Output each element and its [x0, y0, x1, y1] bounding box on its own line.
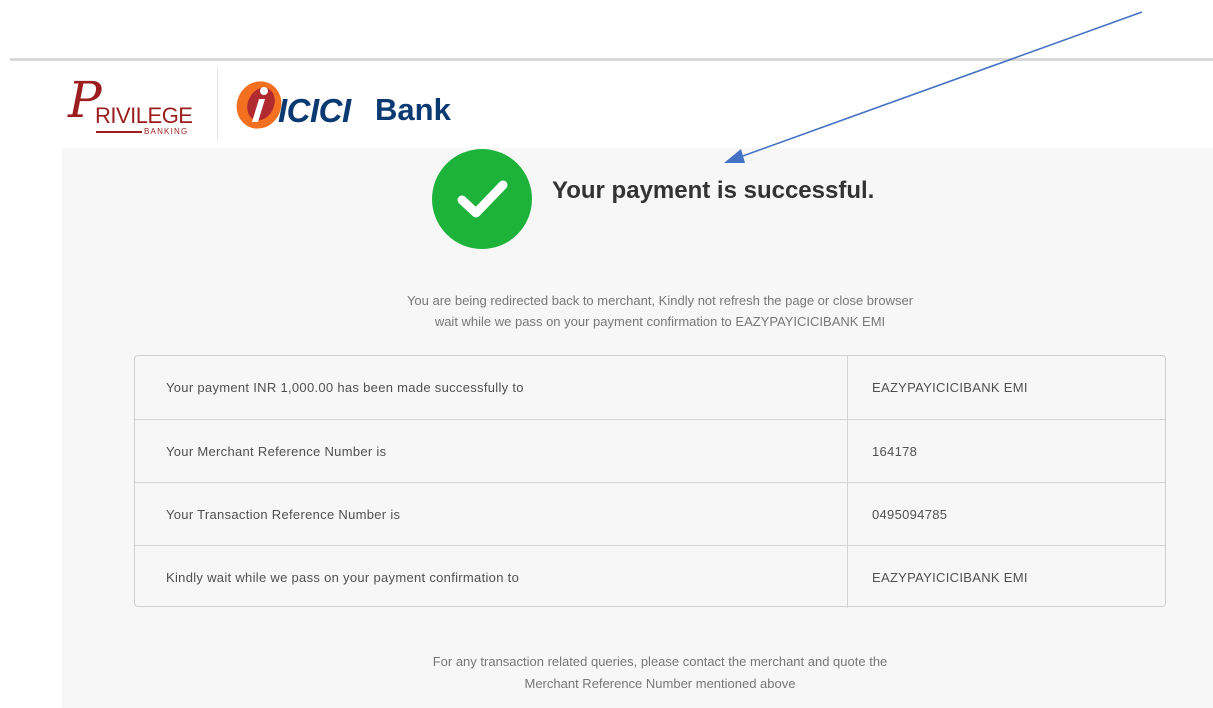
footer-message: For any transaction related queries, ple… [290, 651, 1030, 695]
detail-label: Your Merchant Reference Number is [166, 443, 387, 459]
detail-label: Your payment INR 1,000.00 has been made … [166, 380, 524, 395]
icici-logo-word: ICICI [278, 92, 351, 129]
table-row: Your Merchant Reference Number is 164178 [135, 419, 1165, 482]
table-row: Your Transaction Reference Number is 049… [135, 482, 1165, 545]
detail-label: Your Transaction Reference Number is [166, 506, 401, 522]
detail-label: Kindly wait while we pass on your paymen… [166, 569, 520, 585]
payment-details-table: Your payment INR 1,000.00 has been made … [134, 355, 1166, 608]
payment-status-title: Your payment is successful. [552, 177, 875, 204]
table-row: Your payment INR 1,000.00 has been made … [135, 356, 1165, 419]
table-row: Kindly wait while we pass on your paymen… [135, 545, 1165, 608]
redirect-message: You are being redirected back to merchan… [290, 290, 1030, 332]
icici-bank-logo: ICICI Bank [232, 78, 472, 134]
footer-message-line: For any transaction related queries, ple… [432, 654, 888, 669]
detail-value: 164178 [847, 420, 1165, 482]
privilege-logo-subtext: BANKING [144, 127, 189, 136]
logo-divider [217, 68, 218, 140]
detail-value: EAZYPAYICICIBANK EMI [847, 546, 1165, 608]
redirect-message-line: You are being redirected back to merchan… [406, 293, 914, 308]
detail-value: 0495094785 [847, 483, 1165, 545]
header-divider [10, 58, 1213, 61]
footer-message-line: Merchant Reference Number mentioned abov… [524, 676, 796, 691]
privilege-banking-logo: P RIVILEGE BANKING [66, 70, 211, 140]
detail-value: EAZYPAYICICIBANK EMI [847, 356, 1165, 419]
privilege-logo-text: RIVILEGE [95, 103, 193, 128]
check-circle-icon [432, 149, 532, 249]
redirect-message-line: wait while we pass on your payment confi… [434, 314, 886, 329]
privilege-logo-underline [96, 131, 142, 133]
icici-logo-bank: Bank [375, 92, 451, 127]
